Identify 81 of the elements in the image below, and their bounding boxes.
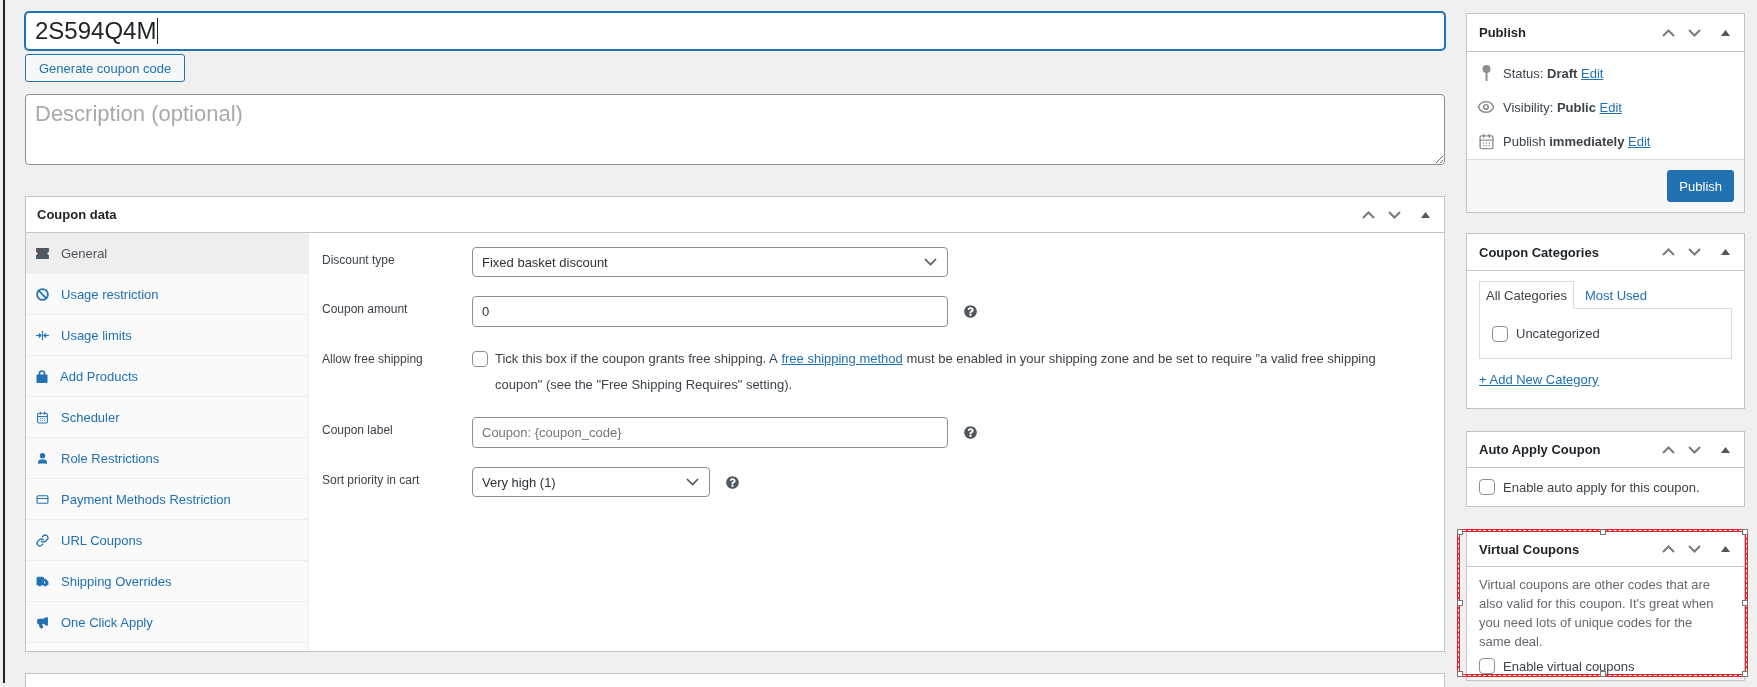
coupon-data-tab[interactable]: URL Coupons [26,520,308,561]
megaphone-icon [36,615,49,629]
checkbox[interactable] [1492,325,1508,342]
link-icon [36,533,49,547]
panel-title: Coupon data [37,207,118,222]
field-label: Coupon amount [322,301,409,318]
ban-icon [36,287,49,301]
chevron-down-icon[interactable] [1688,28,1701,37]
dropdown[interactable]: Very high (1) [472,467,710,497]
chevron-down-icon[interactable] [1688,445,1701,454]
coupon-data-tab[interactable]: Add Products [26,356,308,397]
text-input[interactable]: Coupon: {coupon_code} [472,417,948,448]
status-text: Status: Draft Edit [1503,65,1604,81]
publish-button[interactable]: Publish [1667,170,1734,202]
box-description: Virtual coupons are other codes that are also valid for this coupon. It's great when you need lots of unique codes for the same deal. [1479,576,1715,651]
category-tab[interactable]: Most Used [1573,281,1659,309]
checkbox[interactable] [1479,658,1495,674]
help-icon[interactable] [964,426,977,439]
bag-icon [36,369,48,383]
coupon-data-tab[interactable]: Shipping Overrides [26,561,308,602]
field-label: Coupon label [322,422,394,439]
truck-icon [36,574,49,588]
triangle-icon[interactable] [1721,546,1730,552]
schedule-text: Publish immediately Edit [1503,133,1651,149]
checkbox-label: Enable virtual coupons [1503,658,1635,674]
chevron-down-icon [686,478,699,486]
edit-link[interactable]: Edit [1599,99,1622,115]
chevron-down-icon[interactable] [1688,545,1701,553]
chevron-up-icon[interactable] [1362,210,1375,219]
text-cursor [157,18,159,44]
chevron-down-icon [924,258,937,266]
edit-link[interactable]: Edit [1628,133,1651,149]
shipping-method-link[interactable]: free shipping method [781,351,903,366]
dropdown[interactable]: Fixed basket discount [472,247,948,277]
add-category-link[interactable]: + Add New Category [1479,372,1599,387]
checkbox-label: Enable auto apply for this coupon. [1503,479,1700,495]
coupon-data-tab[interactable]: One Click Apply [26,602,308,643]
person-icon [36,451,49,465]
help-icon[interactable] [964,305,977,318]
coupon-data-tab[interactable]: Role Restrictions [26,438,308,479]
box-title: Coupon Categories [1479,244,1600,260]
checkbox-label: Uncategorized [1516,326,1600,341]
text-input[interactable]: 0 [472,296,948,327]
category-tab[interactable]: All Categories [1479,281,1574,309]
triangle-icon[interactable] [1721,249,1730,255]
chevron-up-icon[interactable] [1662,248,1675,256]
field-description: Tick this box if the coupon grants free shipping. A free shipping method must be enabled in your shipping zone and be set to require "a valid free shipping coupon" (see the "Free Shipping Requires" setting). [495,350,1377,394]
ticket-icon [36,247,49,259]
edit-link[interactable]: Edit [1581,65,1604,81]
chevron-up-icon[interactable] [1662,28,1675,37]
chevron-up-icon[interactable] [1662,545,1675,553]
description-field[interactable]: Description (optional) [25,94,1445,165]
checkbox[interactable] [1479,479,1495,495]
triangle-icon[interactable] [1721,29,1730,36]
pin-icon [1481,65,1491,81]
card-icon [36,492,49,506]
calendar-icon [1477,132,1495,150]
title-field[interactable]: 2S594Q4M [25,12,1445,50]
field-label: Discount type [322,252,396,269]
box-title: Virtual Coupons [1479,541,1581,557]
chevron-up-icon[interactable] [1662,445,1675,454]
chevron-down-icon[interactable] [1388,210,1401,219]
arrows-inward-icon [36,329,49,341]
visibility-text: Visibility: Public Edit [1503,99,1622,115]
eye-icon [1477,98,1495,116]
checkbox[interactable] [472,351,488,367]
coupon-data-tab[interactable]: Payment Methods Restriction [26,479,308,520]
box-title: Auto Apply Coupon [1479,442,1602,457]
generate-code-button[interactable]: Generate coupon code [25,54,186,82]
chevron-down-icon[interactable] [1688,248,1701,256]
triangle-icon[interactable] [1721,446,1730,453]
triangle-icon[interactable] [1421,211,1430,218]
coupon-data-tab[interactable]: Usage limits [26,315,308,356]
coupon-data-tab[interactable]: Scheduler [26,397,308,438]
box-title: Publish [1479,25,1527,40]
calendar-icon [36,410,49,424]
coupon-data-tab[interactable]: Usage restriction [26,274,308,315]
field-label: Allow free shipping [322,351,424,368]
help-icon[interactable] [726,475,739,489]
coupon-data-tab[interactable]: General [26,233,308,274]
field-label: Sort priority in cart [322,472,421,489]
